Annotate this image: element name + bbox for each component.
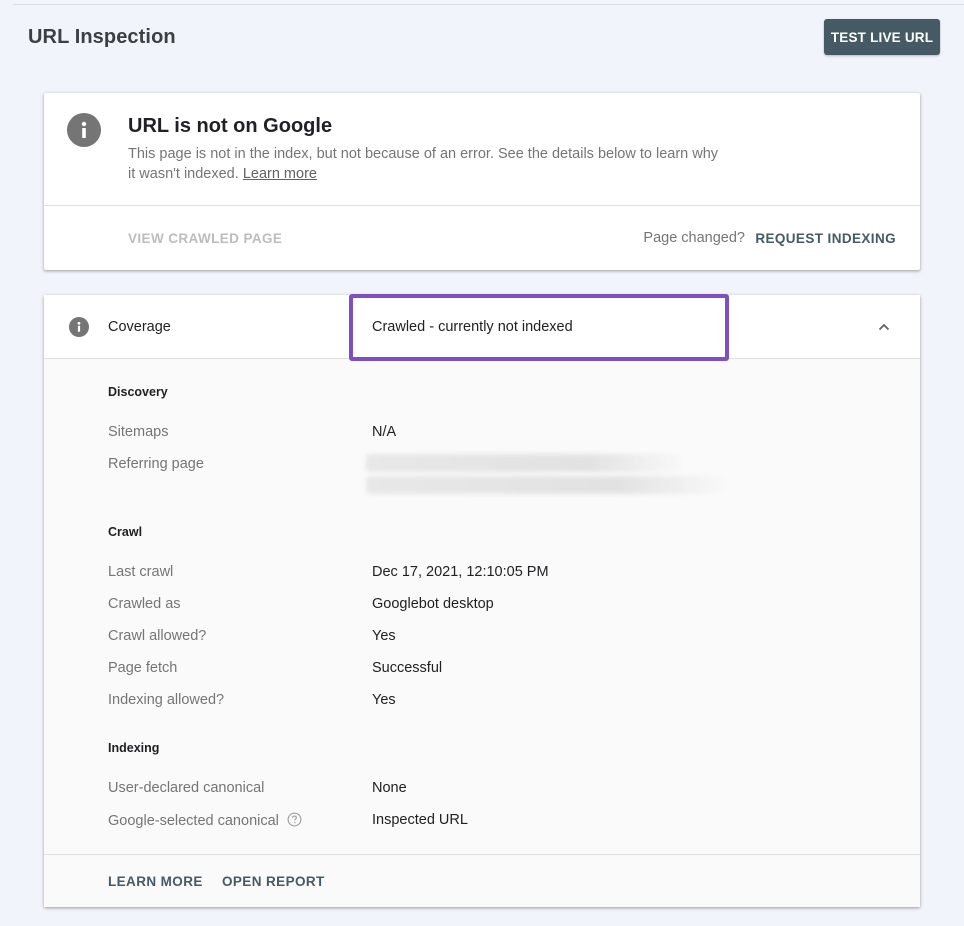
row-label-page-fetch: Page fetch	[108, 660, 178, 676]
row-value-user-declared-canonical: None	[372, 780, 407, 796]
test-live-url-button[interactable]: TEST LIVE URL	[824, 19, 940, 55]
index-status-title: URL is not on Google	[128, 115, 333, 137]
help-circle-icon[interactable]	[287, 812, 302, 827]
row-label-sitemaps: Sitemaps	[108, 424, 169, 440]
coverage-status-value: Crawled - currently not indexed	[372, 319, 573, 335]
coverage-footer: LEARN MORE OPEN REPORT	[44, 854, 920, 907]
redacted-referring-page-line-1	[366, 454, 686, 472]
row-value-indexing-allowed: Yes	[372, 692, 396, 708]
view-crawled-page-button[interactable]: VIEW CRAWLED PAGE	[128, 231, 282, 246]
top-divider	[13, 4, 964, 5]
row-label-last-crawl: Last crawl	[108, 564, 174, 580]
row-value-sitemaps: N/A	[372, 424, 397, 440]
row-label-referring-page: Referring page	[108, 456, 204, 472]
section-title-discovery: Discovery	[108, 385, 168, 399]
coverage-card: Coverage Crawled - currently not indexed…	[44, 294, 920, 907]
page-title: URL Inspection	[28, 26, 176, 48]
index-status-card: URL is not on Google This page is not in…	[44, 93, 920, 270]
page-changed-label: Page changed?	[643, 230, 745, 246]
row-label-user-declared-canonical: User-declared canonical	[108, 780, 265, 796]
info-icon	[69, 317, 89, 337]
row-value-crawled-as: Googlebot desktop	[372, 596, 494, 612]
row-label-crawled-as: Crawled as	[108, 596, 181, 612]
index-status-description: This page is not in the index, but not b…	[128, 144, 728, 184]
row-label-crawl-allowed: Crawl allowed?	[108, 628, 207, 644]
row-value-google-selected-canonical: Inspected URL	[372, 812, 468, 828]
learn-more-link[interactable]: Learn more	[243, 166, 317, 182]
google-selected-canonical-text: Google-selected canonical	[108, 813, 279, 829]
section-title-indexing: Indexing	[108, 741, 160, 755]
info-icon	[67, 113, 101, 147]
row-value-crawl-allowed: Yes	[372, 628, 396, 644]
request-indexing-button[interactable]: REQUEST INDEXING	[755, 231, 896, 246]
row-value-last-crawl: Dec 17, 2021, 12:10:05 PM	[372, 564, 549, 580]
coverage-header[interactable]: Coverage Crawled - currently not indexed	[44, 294, 920, 361]
redacted-referring-page-line-2	[366, 476, 728, 494]
chevron-up-icon[interactable]	[876, 319, 892, 335]
row-label-indexing-allowed: Indexing allowed?	[108, 692, 225, 708]
row-label-google-selected-canonical: Google-selected canonical	[108, 812, 302, 829]
index-status-actions: VIEW CRAWLED PAGE Page changed? REQUEST …	[44, 206, 920, 270]
row-value-page-fetch: Successful	[372, 660, 443, 676]
index-status-summary: URL is not on Google This page is not in…	[44, 93, 920, 206]
description-text: This page is not in the index, but not b…	[128, 146, 719, 182]
section-title-crawl: Crawl	[108, 525, 143, 539]
learn-more-button[interactable]: LEARN MORE	[108, 874, 203, 889]
coverage-label: Coverage	[108, 319, 171, 335]
open-report-button[interactable]: OPEN REPORT	[222, 874, 325, 889]
